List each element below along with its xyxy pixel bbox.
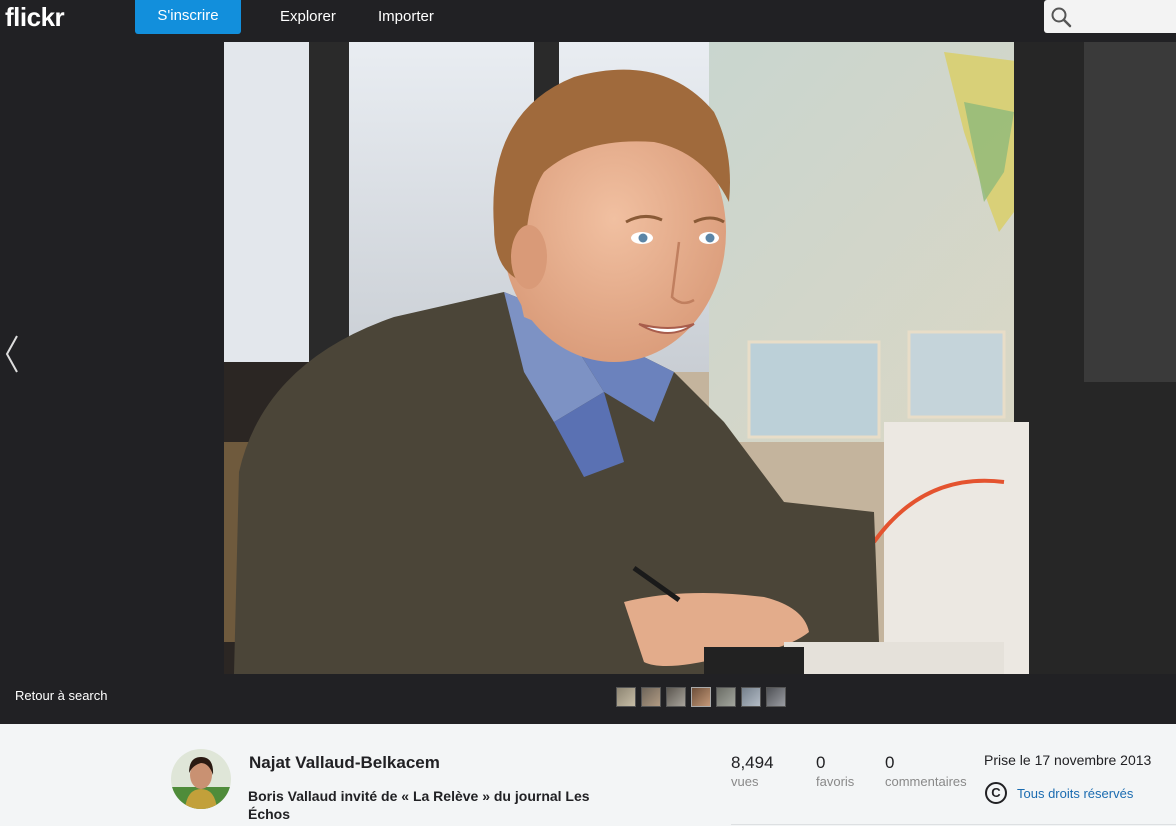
signup-button[interactable]: S'inscrire	[135, 0, 241, 34]
filmstrip	[616, 687, 786, 709]
faves-label: favoris	[816, 774, 855, 789]
comments-count: 0	[885, 753, 895, 772]
date-taken: Prise le 17 novembre 2013	[984, 752, 1152, 768]
views-stat: 8,494 vues	[731, 753, 774, 789]
faves-count: 0	[816, 753, 826, 772]
copyright-icon: C	[985, 782, 1007, 804]
views-label: vues	[731, 774, 759, 789]
flickr-logo[interactable]: flickr	[5, 0, 65, 36]
search-icon[interactable]	[1050, 6, 1072, 28]
filmstrip-thumb[interactable]	[666, 687, 686, 707]
top-navigation: flickr S'inscrire Explorer Importer	[0, 0, 1176, 36]
filmstrip-thumb[interactable]	[616, 687, 636, 707]
explore-link[interactable]: Explorer	[280, 0, 336, 34]
owner-name-link[interactable]: Najat Vallaud-Belkacem	[249, 753, 440, 773]
back-to-search-link[interactable]: Retour à search	[15, 688, 108, 703]
filmstrip-thumb[interactable]	[741, 687, 761, 707]
main-photo[interactable]	[224, 42, 1176, 674]
photo-stage: Retour à search	[0, 36, 1176, 724]
faves-stat: 0 favoris	[816, 753, 854, 789]
license-link[interactable]: Tous droits réservés	[1017, 786, 1133, 801]
owner-avatar[interactable]	[171, 749, 231, 809]
photo-title: Boris Vallaud invité de « La Relève » du…	[248, 788, 590, 822]
upload-link[interactable]: Importer	[378, 0, 434, 34]
search-input[interactable]	[1076, 4, 1172, 29]
comments-label: commentaires	[885, 774, 967, 789]
filmstrip-thumb[interactable]	[691, 687, 711, 707]
filmstrip-thumb[interactable]	[716, 687, 736, 707]
divider	[731, 824, 1176, 825]
views-count: 8,494	[731, 753, 774, 772]
search-box[interactable]	[1044, 0, 1176, 33]
filmstrip-thumb[interactable]	[766, 687, 786, 707]
photo-info-panel: Najat Vallaud-Belkacem Boris Vallaud inv…	[0, 724, 1176, 826]
previous-photo-arrow-icon[interactable]	[2, 332, 22, 376]
filmstrip-thumb[interactable]	[641, 687, 661, 707]
comments-stat: 0 commentaires	[885, 753, 967, 789]
